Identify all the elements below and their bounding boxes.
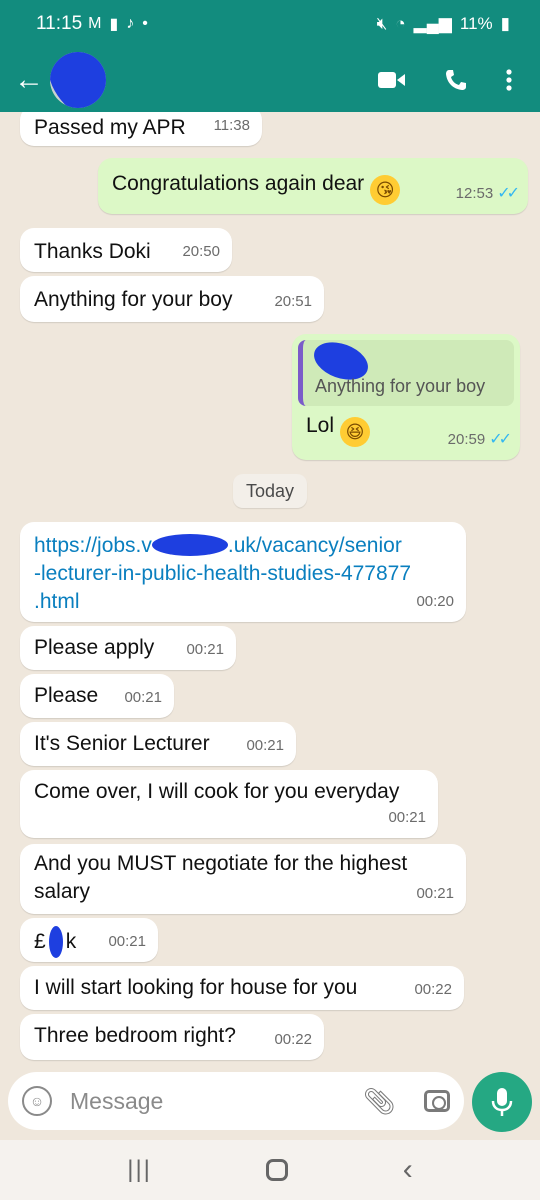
double-check-icon: ✓✓	[489, 431, 512, 448]
message-text: £	[34, 930, 46, 953]
message-text: Please apply	[34, 636, 155, 659]
message-link[interactable]: https://jobs.v .uk/vacancy/senior -lectur…	[34, 532, 452, 616]
mute-icon: 🔇︎	[376, 14, 388, 33]
message-in[interactable]: I will start looking for house for you 0…	[20, 966, 464, 1010]
gmail-icon: M	[88, 15, 102, 32]
message-out-reply[interactable]: Anything for your boy Lol 😆︎ 20:59 ✓✓	[292, 334, 520, 460]
message-text: Congratulations again dear	[112, 172, 365, 195]
redaction-scribble	[50, 52, 106, 108]
redaction-scribble	[48, 926, 63, 958]
message-time: 00:21	[124, 689, 162, 706]
camera-icon[interactable]	[424, 1090, 450, 1112]
date-separator: Today	[233, 474, 307, 508]
message-time: 00:22	[414, 981, 452, 998]
message-time: 00:22	[274, 1031, 312, 1048]
message-time: 11:38	[213, 117, 250, 134]
status-bar: 11:15 M ▮ ♪ • 🔇︎ ◔ ▂▄▆ 11% ▮	[0, 0, 540, 48]
home-icon[interactable]	[266, 1159, 289, 1181]
message-composer: ☺ Message 📎︎	[0, 1072, 540, 1132]
voice-call-icon[interactable]	[444, 68, 468, 92]
link-text: .html	[34, 590, 80, 613]
message-in[interactable]: Passed my APR 11:38	[20, 112, 262, 146]
message-out[interactable]: Congratulations again dear 😘︎ 12:53 ✓✓	[98, 158, 528, 214]
message-meta: 12:53 ✓✓	[455, 180, 520, 208]
mic-button[interactable]	[472, 1072, 532, 1132]
message-text: Please	[34, 684, 99, 707]
mic-icon	[491, 1088, 513, 1116]
message-time: 00:20	[416, 593, 454, 610]
avatar[interactable]	[50, 52, 106, 108]
arrow-left-icon[interactable]: ←	[14, 65, 44, 95]
message-in[interactable]: Please 00:21	[20, 674, 174, 718]
message-in[interactable]: £ k 00:21	[20, 918, 158, 962]
message-in-link[interactable]: https://jobs.v .uk/vacancy/senior -lectur…	[20, 522, 466, 622]
message-in[interactable]: Three bedroom right? 00:22	[20, 1014, 324, 1060]
recent-apps-icon[interactable]: |||	[127, 1156, 152, 1184]
chat-area: Passed my APR 11:38 Congratulations agai…	[0, 112, 540, 1072]
chat-header: ←	[0, 48, 540, 112]
message-text: k	[65, 930, 77, 953]
message-text: I will start looking for house for you	[34, 976, 358, 999]
dot-icon: •	[142, 15, 148, 32]
quoted-message[interactable]: Anything for your boy	[298, 335, 514, 406]
back-icon[interactable]: ‹	[403, 1153, 413, 1187]
link-text: https://jobs.v	[34, 534, 152, 557]
message-time: 00:21	[416, 885, 454, 902]
message-text: And you MUST negotiate for the highest	[34, 852, 408, 875]
link-text: .uk/vacancy/senior	[227, 534, 402, 557]
status-time: 11:15	[36, 13, 83, 34]
message-time: 00:21	[186, 641, 224, 658]
message-time: 12:53	[455, 185, 494, 202]
message-text: Three bedroom right?	[34, 1024, 236, 1047]
message-placeholder[interactable]: Message	[70, 1088, 163, 1115]
message-text: It's Senior Lecturer	[34, 732, 210, 755]
message-in[interactable]: Please apply 00:21	[20, 626, 236, 670]
sim-icon: ▮	[109, 16, 119, 33]
emoji-icon[interactable]: ☺	[22, 1086, 52, 1116]
message-text: salary	[34, 880, 91, 903]
kissing-face-icon: 😘︎	[370, 175, 401, 205]
message-text: Anything for your boy	[34, 288, 233, 311]
video-call-icon[interactable]	[378, 70, 406, 90]
message-text: Come over, I will cook for you everyday	[34, 780, 400, 803]
link-text: -lecturer-in-public-health-studies-47787…	[34, 562, 412, 585]
wifi-icon: ◔	[395, 14, 406, 33]
message-in[interactable]: It's Senior Lecturer 00:21	[20, 722, 296, 766]
message-text: Passed my APR	[34, 116, 186, 139]
battery-percent: 11%	[459, 14, 493, 33]
message-text: Thanks Doki	[34, 240, 151, 263]
message-time: 00:21	[246, 737, 284, 754]
double-check-icon: ✓✓	[497, 185, 520, 202]
signal-icon: ▂▄▆	[413, 14, 452, 33]
message-in[interactable]: And you MUST negotiate for the highest s…	[20, 844, 466, 914]
quoted-text: Anything for your boy	[315, 376, 486, 396]
grinning-squinting-face-icon: 😆︎	[340, 417, 371, 447]
message-meta: 20:59 ✓✓	[447, 426, 512, 454]
battery-icon: ▮	[500, 14, 510, 33]
message-in[interactable]: Anything for your boy 20:51	[20, 276, 324, 322]
system-nav-bar: ||| ‹	[0, 1140, 540, 1200]
tiktok-icon: ♪	[126, 15, 135, 32]
message-time: 00:21	[388, 809, 426, 826]
message-in[interactable]: Come over, I will cook for you everyday …	[20, 770, 438, 838]
message-time: 20:50	[182, 243, 220, 260]
redaction-scribble	[151, 534, 228, 556]
message-text: Lol	[306, 414, 335, 437]
message-time: 20:59	[447, 431, 486, 448]
attach-icon[interactable]: 📎︎	[363, 1086, 396, 1117]
message-in[interactable]: Thanks Doki 20:50	[20, 228, 232, 272]
more-vert-icon[interactable]	[506, 69, 512, 91]
status-left-icons: M ▮ ♪ •	[88, 14, 148, 34]
message-input[interactable]: ☺ Message 📎︎	[8, 1072, 464, 1130]
message-time: 00:21	[108, 933, 146, 950]
header-actions	[378, 68, 526, 92]
message-time: 20:51	[274, 293, 312, 310]
status-right-icons: 🔇︎ ◔ ▂▄▆ 11% ▮	[377, 14, 510, 34]
